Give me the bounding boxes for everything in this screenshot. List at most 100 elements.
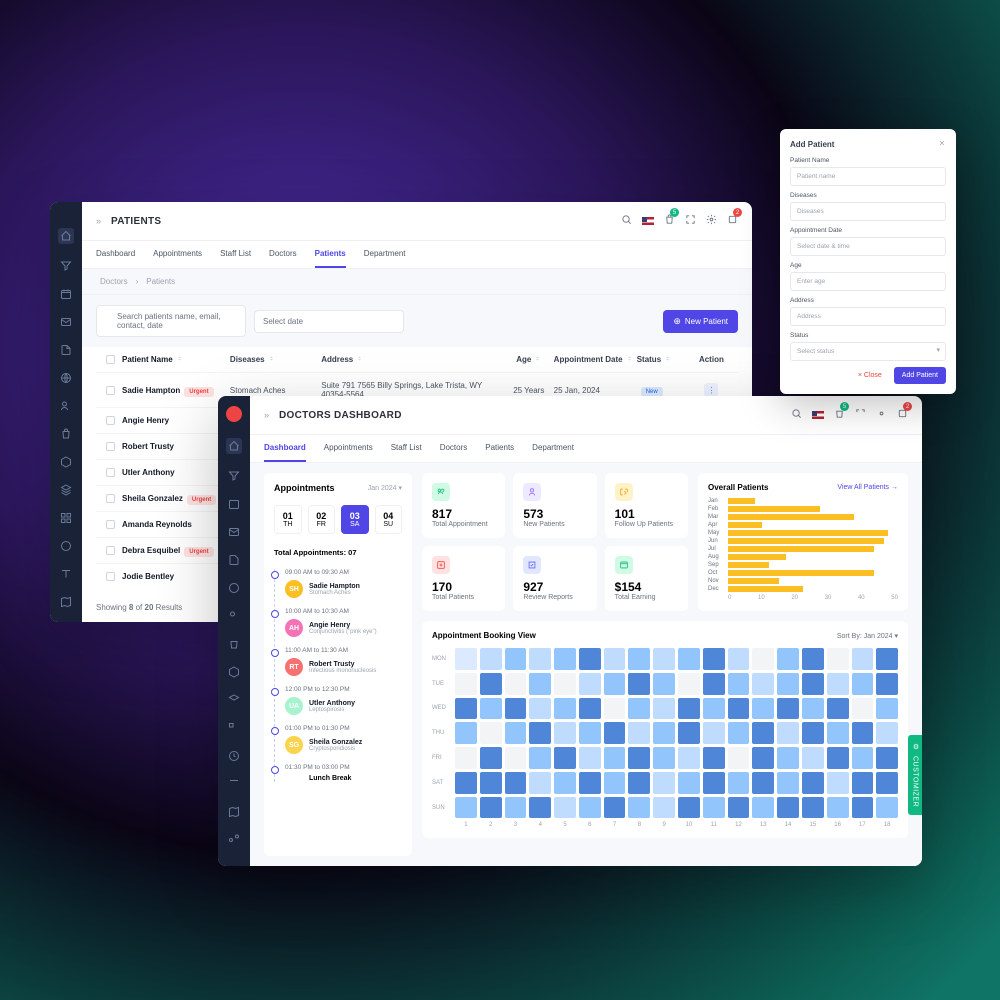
heatmap-cell[interactable] [505, 772, 527, 794]
row-checkbox[interactable] [106, 520, 115, 529]
heatmap-cell[interactable] [505, 648, 527, 670]
settings-icon[interactable] [706, 212, 717, 230]
heatmap-cell[interactable] [777, 648, 799, 670]
heatmap-cell[interactable] [827, 772, 849, 794]
tab-doctors[interactable]: Doctors [440, 435, 468, 462]
heatmap-cell[interactable] [728, 722, 750, 744]
month-selector[interactable]: Jan 2024 ▾ [368, 484, 402, 492]
heatmap-cell[interactable] [752, 648, 774, 670]
heatmap-cell[interactable] [455, 673, 477, 695]
home-icon[interactable] [58, 228, 74, 244]
field-input[interactable]: Patient name [790, 167, 946, 186]
heatmap-cell[interactable] [579, 648, 601, 670]
heatmap-cell[interactable] [653, 772, 675, 794]
fullscreen-icon[interactable] [855, 406, 866, 424]
heatmap-cell[interactable] [529, 772, 551, 794]
heatmap-cell[interactable] [728, 698, 750, 720]
heatmap-cell[interactable] [455, 772, 477, 794]
text-icon[interactable] [60, 568, 72, 580]
flag-icon[interactable] [812, 411, 824, 419]
heatmap-cell[interactable] [728, 648, 750, 670]
row-checkbox[interactable] [106, 494, 115, 503]
heatmap-cell[interactable] [579, 698, 601, 720]
heatmap-cell[interactable] [752, 797, 774, 819]
bag-icon[interactable] [228, 638, 240, 650]
heatmap-cell[interactable] [480, 673, 502, 695]
tab-patients[interactable]: Patients [315, 241, 346, 268]
heatmap-cell[interactable] [480, 772, 502, 794]
action-menu-icon[interactable]: ⋮ [704, 383, 718, 397]
row-checkbox[interactable] [106, 442, 115, 451]
heatmap-cell[interactable] [604, 747, 626, 769]
heatmap-cell[interactable] [480, 797, 502, 819]
appointment-slot[interactable]: 12:00 PM to 12:30 PMUAUtler AnthonyLepto… [285, 686, 402, 715]
heatmap-cell[interactable] [852, 722, 874, 744]
sort-icon[interactable] [534, 355, 541, 362]
calendar-icon[interactable] [228, 498, 240, 510]
heatmap-cell[interactable] [802, 772, 824, 794]
close-button[interactable]: × Close [852, 367, 888, 384]
heatmap-cell[interactable] [827, 673, 849, 695]
heatmap-cell[interactable] [777, 797, 799, 819]
globe-icon[interactable] [228, 582, 240, 594]
notification-icon[interactable]: 2 [897, 406, 908, 424]
heatmap-cell[interactable] [529, 722, 551, 744]
heatmap-cell[interactable] [876, 772, 898, 794]
tab-patients[interactable]: Patients [485, 435, 514, 462]
heatmap-cell[interactable] [505, 698, 527, 720]
heatmap-cell[interactable] [628, 797, 650, 819]
tab-appointments[interactable]: Appointments [324, 435, 373, 462]
heatmap-sort[interactable]: Sort By: Jan 2024 ▾ [837, 632, 898, 640]
heatmap-cell[interactable] [653, 648, 675, 670]
heatmap-cell[interactable] [728, 673, 750, 695]
sort-icon[interactable] [626, 355, 633, 362]
heatmap-cell[interactable] [728, 797, 750, 819]
field-input[interactable]: Select status [790, 342, 946, 361]
heatmap-cell[interactable] [678, 698, 700, 720]
heatmap-cell[interactable] [827, 747, 849, 769]
calendar-icon[interactable] [60, 288, 72, 300]
sort-icon[interactable] [268, 355, 275, 362]
add-patient-button[interactable]: Add Patient [894, 367, 946, 384]
field-input[interactable]: Diseases [790, 202, 946, 221]
field-input[interactable]: Select date & time [790, 237, 946, 256]
heatmap-cell[interactable] [604, 673, 626, 695]
heatmap-cell[interactable] [777, 747, 799, 769]
heatmap-cell[interactable] [554, 797, 576, 819]
heatmap-cell[interactable] [579, 797, 601, 819]
grid-icon[interactable] [228, 722, 240, 734]
heatmap-cell[interactable] [480, 747, 502, 769]
heatmap-cell[interactable] [876, 648, 898, 670]
expand-icon[interactable]: » [264, 410, 269, 420]
heatmap-cell[interactable] [579, 722, 601, 744]
heatmap-cell[interactable] [752, 747, 774, 769]
heatmap-cell[interactable] [628, 673, 650, 695]
row-checkbox[interactable] [106, 416, 115, 425]
heatmap-cell[interactable] [703, 698, 725, 720]
heatmap-cell[interactable] [505, 722, 527, 744]
heatmap-cell[interactable] [579, 772, 601, 794]
heatmap-cell[interactable] [554, 698, 576, 720]
heatmap-cell[interactable] [876, 797, 898, 819]
heatmap-cell[interactable] [653, 722, 675, 744]
heatmap-cell[interactable] [827, 722, 849, 744]
heatmap-cell[interactable] [752, 673, 774, 695]
tab-department[interactable]: Department [364, 241, 406, 268]
heatmap-cell[interactable] [529, 747, 551, 769]
tab-department[interactable]: Department [532, 435, 574, 462]
heatmap-cell[interactable] [554, 673, 576, 695]
clock-icon[interactable] [228, 750, 240, 762]
heatmap-cell[interactable] [703, 722, 725, 744]
heatmap-cell[interactable] [529, 648, 551, 670]
heatmap-cell[interactable] [604, 722, 626, 744]
heatmap-cell[interactable] [777, 772, 799, 794]
file-icon[interactable] [60, 344, 72, 356]
field-input[interactable]: Enter age [790, 272, 946, 291]
cart-icon[interactable]: 5 [664, 212, 675, 230]
filter-icon[interactable] [228, 470, 240, 482]
expand-icon[interactable]: » [96, 216, 101, 226]
heatmap-cell[interactable] [678, 747, 700, 769]
heatmap-cell[interactable] [678, 722, 700, 744]
heatmap-cell[interactable] [480, 698, 502, 720]
heatmap-cell[interactable] [777, 673, 799, 695]
